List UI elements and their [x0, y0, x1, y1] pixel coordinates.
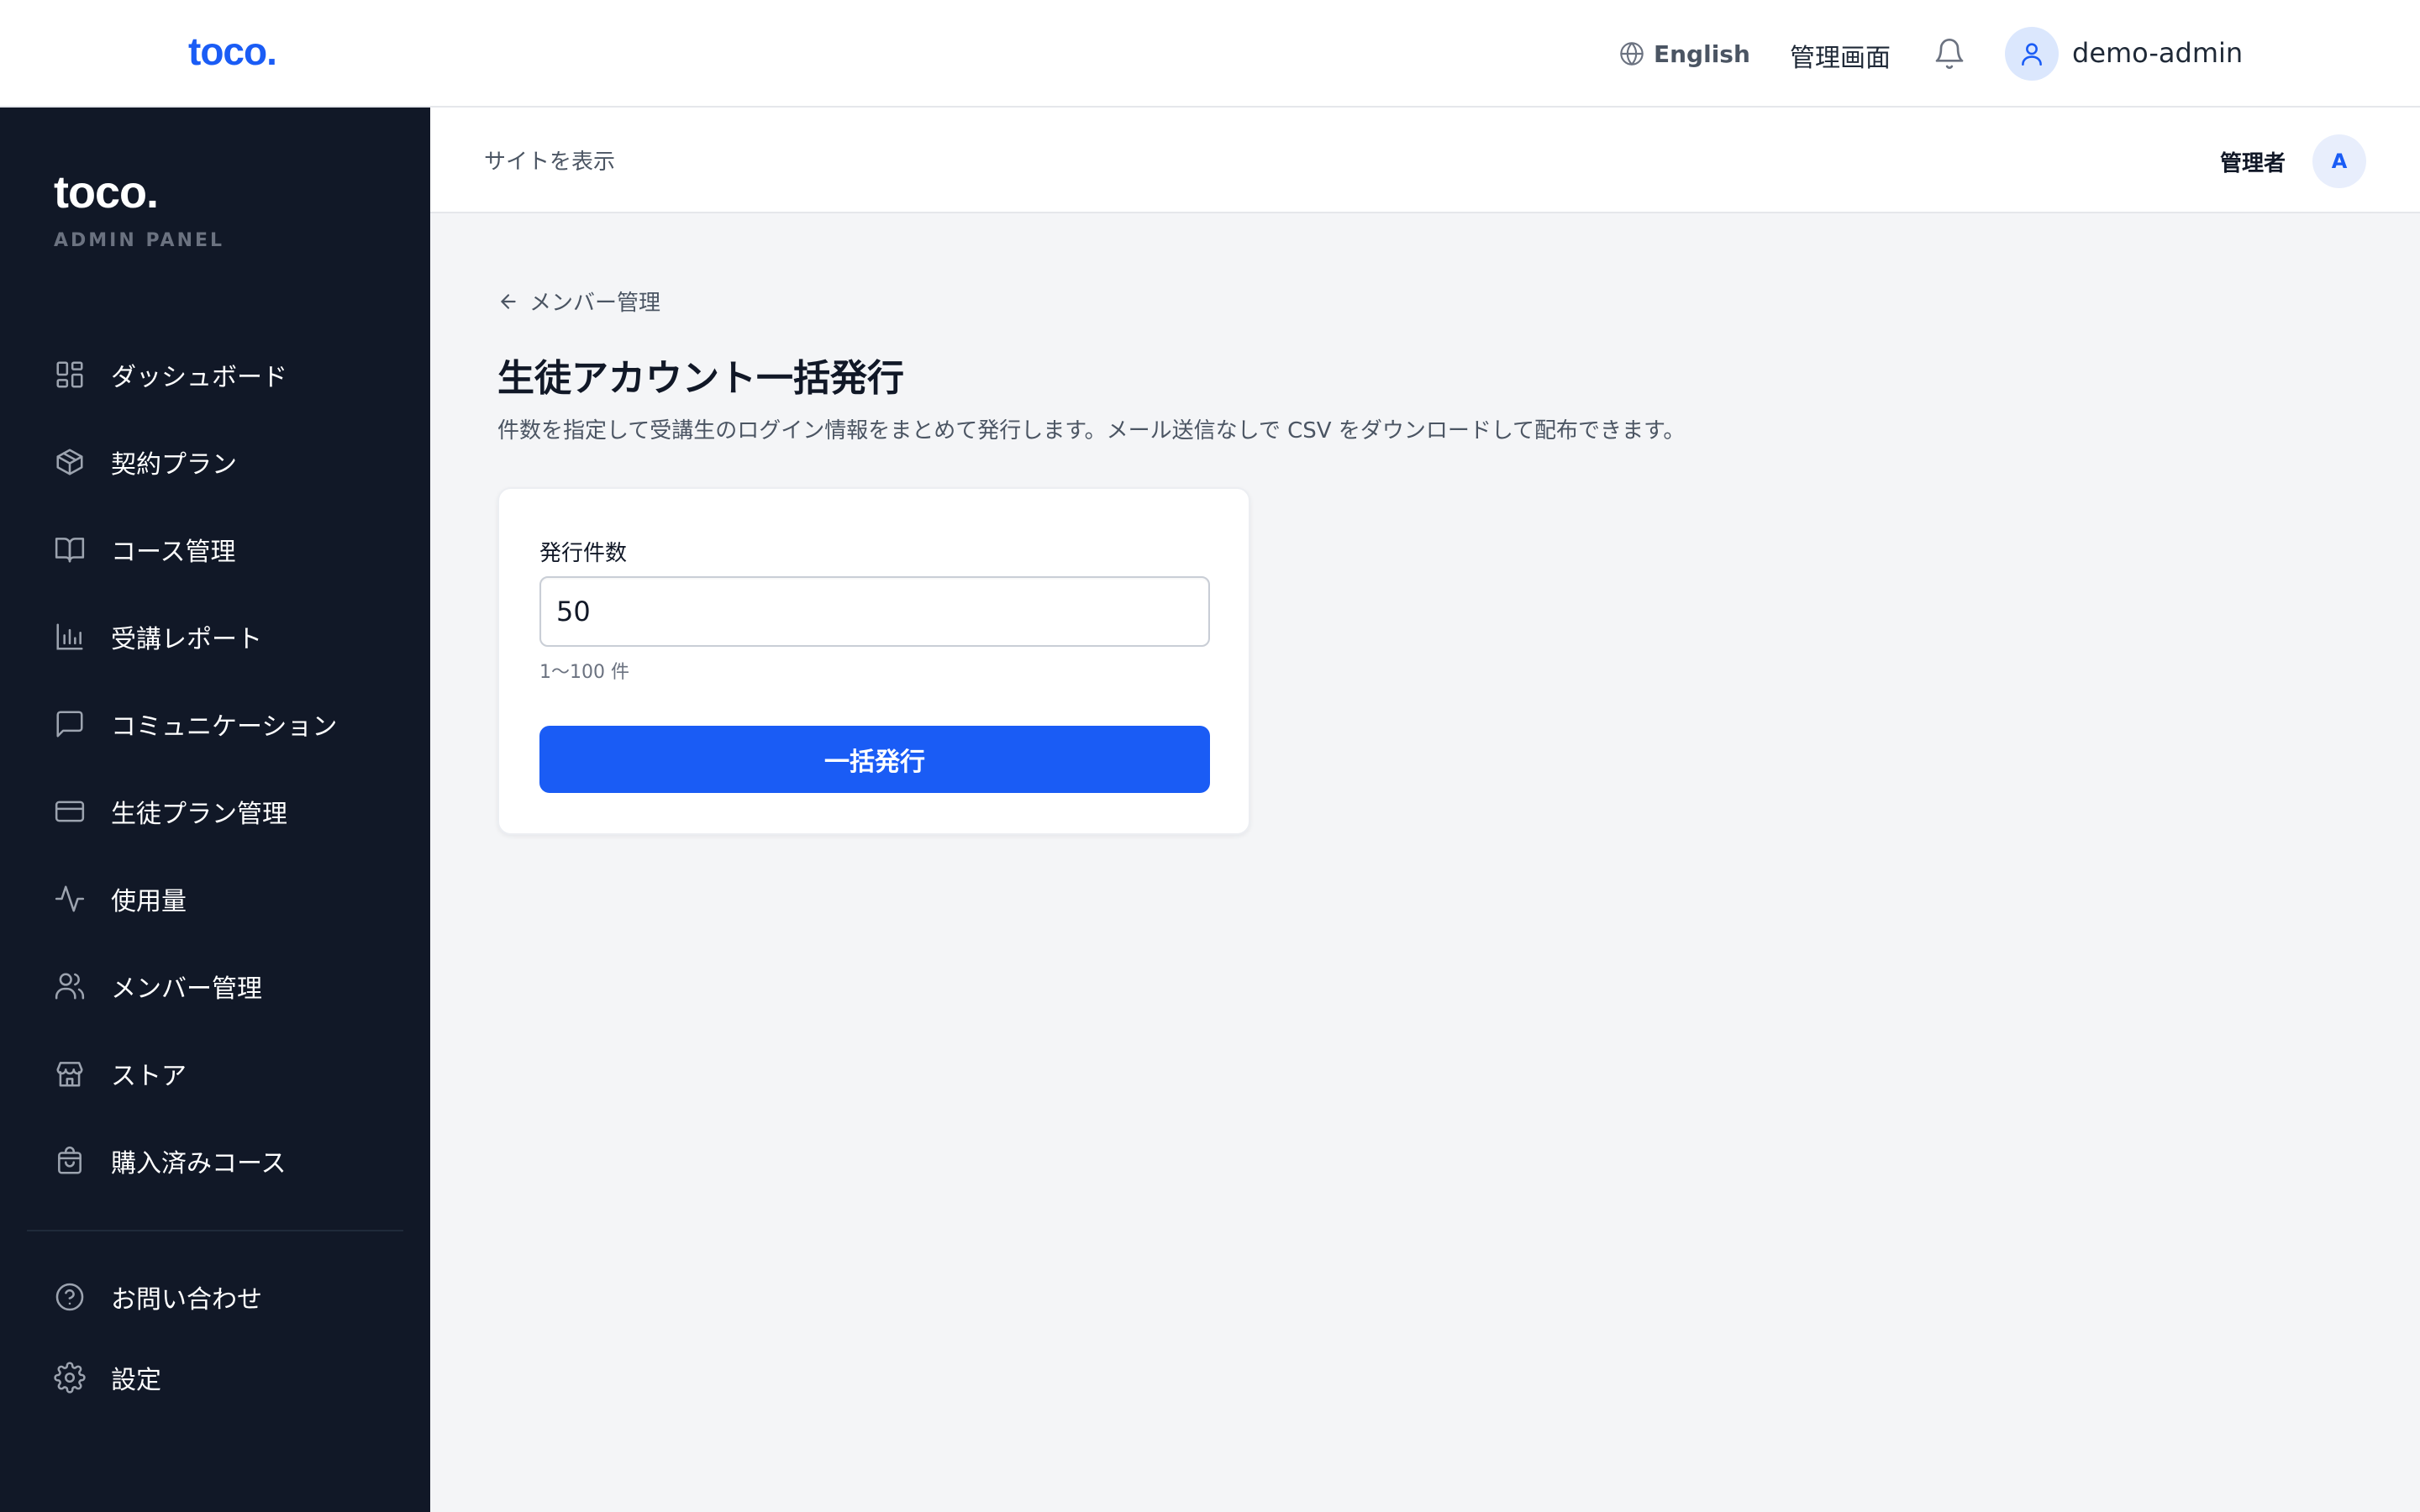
sidebar-item-label: メンバー管理 — [111, 974, 262, 1004]
bulk-issue-button[interactable]: 一括発行 — [539, 726, 1210, 793]
help-circle-icon — [55, 1283, 84, 1311]
message-icon — [56, 711, 83, 738]
role-label: 管理者 — [2220, 151, 2286, 176]
username[interactable]: demo-admin — [2072, 37, 2243, 69]
sidebar-item-member-management[interactable]: メンバー管理 — [54, 963, 407, 1010]
arrow-left-icon — [501, 293, 516, 309]
sidebar-item-contract-plan[interactable]: 契約プラン — [54, 438, 407, 486]
sidebar-item-course-management[interactable]: コース管理 — [54, 526, 407, 573]
admin-avatar[interactable]: A — [2312, 134, 2366, 188]
sidebar-item-label: 生徒プラン管理 — [111, 800, 287, 829]
users-icon — [55, 973, 85, 1000]
admin-panel-link[interactable]: 管理画面 — [1790, 37, 1891, 74]
sidebar-item-label: 購入済みコース — [111, 1149, 287, 1179]
count-hint: 1〜100 件 — [539, 662, 629, 683]
sidebar-item-purchased-courses[interactable]: 購入済みコース — [54, 1137, 407, 1184]
top-navbar: toco. English 管理画面 demo-admin — [0, 0, 2420, 108]
bar-chart-icon — [56, 623, 83, 650]
settings-icon — [54, 1362, 86, 1394]
globe-icon — [1620, 42, 1644, 66]
credit-card-icon — [55, 801, 85, 822]
sidebar-item-label: ストア — [111, 1062, 187, 1091]
sidebar-item-label: 設定 — [111, 1366, 161, 1395]
sidebar-item-label: お問い合わせ — [111, 1285, 262, 1315]
sidebar-item-label: 使用量 — [111, 887, 187, 916]
book-open-icon — [55, 538, 85, 563]
sidebar-item-label: コミュニケーション — [111, 712, 338, 742]
grid-icon — [56, 361, 83, 388]
back-link-label: メンバー管理 — [529, 291, 661, 316]
issue-count-input[interactable] — [539, 576, 1210, 647]
shopping-bag-icon — [58, 1146, 82, 1174]
activity-icon — [55, 885, 85, 912]
sidebar-item-label: 契約プラン — [111, 450, 237, 480]
admin-subheader: サイトを表示 管理者 A — [430, 108, 2420, 213]
sidebar-item-communication[interactable]: コミュニケーション — [54, 701, 407, 748]
language-label: English — [1654, 39, 1750, 68]
store-icon — [56, 1062, 83, 1087]
page-title: 生徒アカウント一括発行 — [497, 357, 904, 400]
package-icon — [56, 449, 83, 475]
count-field-label: 発行件数 — [539, 541, 628, 566]
view-site-link[interactable]: サイトを表示 — [484, 144, 615, 176]
sidebar-item-label: コース管理 — [111, 538, 236, 567]
back-link[interactable]: メンバー管理 — [497, 286, 660, 317]
language-switcher[interactable]: English — [1618, 37, 1750, 71]
sidebar-item-learning-report[interactable]: 受講レポート — [54, 613, 407, 660]
user-avatar[interactable] — [2005, 27, 2059, 81]
sidebar: toco. ADMIN PANEL ダッシュボード 契約プラン コース管理 受講… — [0, 108, 430, 1512]
sidebar-item-label: 受講レポート — [111, 625, 262, 654]
sidebar-item-dashboard[interactable]: ダッシュボード — [54, 351, 407, 398]
bulk-issue-card: 発行件数 1〜100 件 一括発行 — [497, 487, 1250, 835]
sidebar-item-contact[interactable]: お問い合わせ — [54, 1273, 407, 1320]
sidebar-item-student-plan[interactable]: 生徒プラン管理 — [54, 788, 407, 835]
sidebar-item-label: ダッシュボード — [111, 363, 287, 392]
page-description: 件数を指定して受講生のログイン情報をまとめて発行します。メール送信なしで CSV… — [497, 418, 1686, 444]
sidebar-item-store[interactable]: ストア — [54, 1050, 407, 1097]
sidebar-divider — [27, 1230, 403, 1231]
user-icon — [2022, 43, 2042, 66]
bell-icon[interactable] — [1933, 37, 1966, 71]
brand-logo[interactable]: toco. — [188, 29, 277, 74]
sidebar-subtitle: ADMIN PANEL — [54, 230, 225, 251]
sidebar-item-settings[interactable]: 設定 — [54, 1354, 407, 1401]
sidebar-logo[interactable]: toco. — [54, 166, 159, 218]
sidebar-item-usage[interactable]: 使用量 — [54, 875, 407, 922]
